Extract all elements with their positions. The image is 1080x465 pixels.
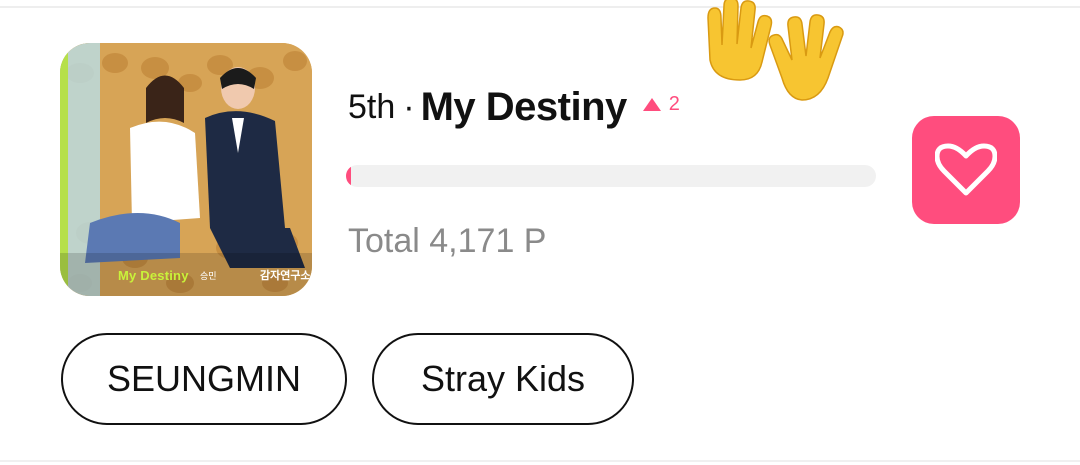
song-title-row[interactable]: 5th · My Destiny 2 xyxy=(348,80,680,134)
top-divider xyxy=(0,6,1080,8)
rank-change: 2 xyxy=(642,92,680,116)
rank-label: 5th xyxy=(348,87,396,126)
album-cover-art xyxy=(60,43,312,296)
heart-icon xyxy=(935,143,997,196)
points-progress-fill xyxy=(346,165,352,187)
album-cover-logo: 감자연구소 xyxy=(260,270,311,282)
tag-chip-seungmin[interactable]: SEUNGMIN xyxy=(61,333,347,425)
waving-hands-emoji xyxy=(707,0,844,101)
rank-change-value: 2 xyxy=(668,92,680,115)
album-cover-title: My Destiny xyxy=(118,268,189,283)
bottom-divider xyxy=(0,460,1080,462)
total-points: Total 4,171 P xyxy=(348,222,547,260)
album-cover[interactable]: My Destiny 승민 감자연구소 xyxy=(60,43,312,296)
tag-chip-stray-kids[interactable]: Stray Kids xyxy=(372,333,634,425)
points-progress-bar xyxy=(346,165,876,187)
song-title: My Destiny xyxy=(420,84,628,129)
separator-dot: · xyxy=(403,87,415,126)
up-arrow-icon xyxy=(642,97,661,111)
like-button[interactable] xyxy=(912,116,1020,224)
album-cover-artist: 승민 xyxy=(200,271,217,281)
